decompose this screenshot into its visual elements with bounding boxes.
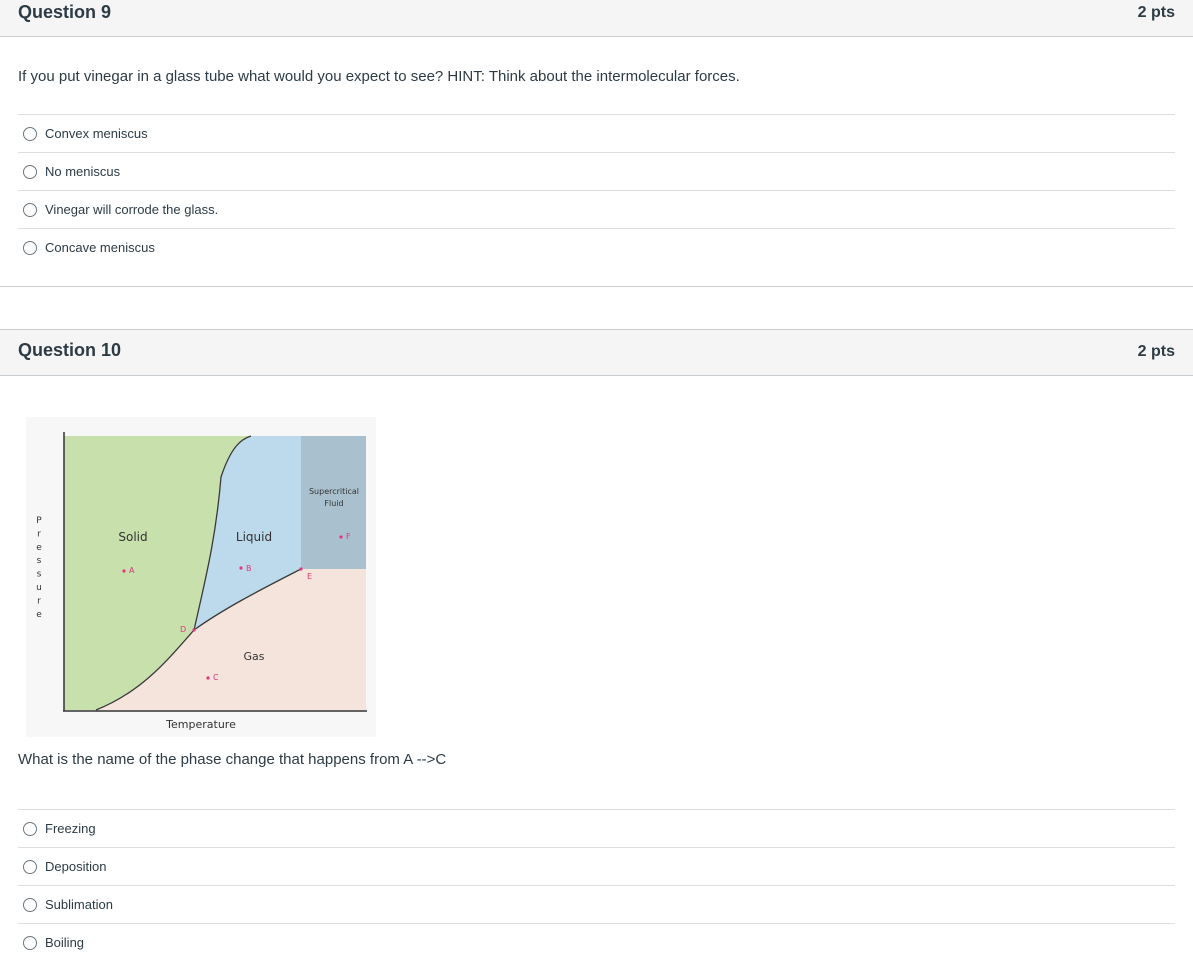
point-e-marker (299, 567, 303, 571)
gas-label: Gas (244, 650, 265, 663)
answer-option[interactable]: No meniscus (18, 152, 1175, 190)
answer-label: Concave meniscus (45, 240, 155, 255)
question-10-points: 2 pts (1137, 343, 1175, 360)
question-9-header: Question 9 2 pts (0, 0, 1193, 37)
radio-button[interactable] (23, 821, 37, 836)
answer-option[interactable]: Deposition (18, 847, 1175, 885)
question-9-answers: Convex meniscus No meniscus Vinegar will… (18, 114, 1175, 266)
point-c-marker (206, 676, 210, 680)
question-10-header: Question 10 2 pts (0, 329, 1193, 376)
solid-label: Solid (118, 530, 147, 544)
point-e-label: E (307, 572, 312, 581)
supercritical-label: Supercritical (309, 487, 359, 496)
y-axis-letter: u (36, 583, 42, 593)
y-axis-letter: e (36, 543, 42, 553)
answer-label: Boiling (45, 935, 85, 950)
phase-diagram: Solid Liquid Gas Supercritical Fluid A B… (26, 417, 376, 737)
radio-button[interactable] (23, 202, 37, 217)
answer-label: Deposition (45, 859, 107, 874)
radio-button[interactable] (23, 126, 37, 141)
radio-button[interactable] (23, 897, 37, 912)
question-10-prompt: What is the name of the phase change tha… (18, 751, 447, 768)
liquid-label: Liquid (236, 530, 272, 544)
question-10-title: Question 10 (18, 340, 122, 360)
radio-button[interactable] (23, 164, 37, 179)
answer-label: Freezing (45, 821, 96, 836)
answer-option[interactable]: Concave meniscus (18, 228, 1175, 266)
radio-button[interactable] (23, 240, 37, 255)
question-9-divider (0, 286, 1193, 287)
point-a-marker (122, 569, 126, 573)
point-a-label: A (129, 566, 135, 575)
point-f-marker (339, 535, 343, 539)
radio-button[interactable] (23, 859, 37, 874)
y-axis-letter: r (37, 596, 41, 606)
point-f-label: F (346, 532, 351, 541)
point-d-label: D (180, 625, 186, 634)
question-9-title: Question 9 (18, 2, 112, 22)
answer-label: Sublimation (45, 897, 113, 912)
question-10-answers: Freezing Deposition Sublimation Boiling (18, 809, 1175, 961)
y-axis-letter: P (36, 516, 42, 526)
x-axis-label: Temperature (165, 718, 236, 731)
y-axis-letter: s (37, 570, 42, 580)
answer-option[interactable]: Vinegar will corrode the glass. (18, 190, 1175, 228)
answer-label: No meniscus (45, 164, 121, 179)
y-axis-letter: r (37, 529, 41, 539)
answer-option[interactable]: Convex meniscus (18, 114, 1175, 152)
question-9-prompt: If you put vinegar in a glass tube what … (18, 68, 740, 85)
phase-diagram-figure: Solid Liquid Gas Supercritical Fluid A B… (26, 417, 376, 737)
y-axis-letter: e (36, 610, 42, 620)
answer-option[interactable]: Boiling (18, 923, 1175, 961)
point-b-label: B (246, 564, 252, 573)
radio-button[interactable] (23, 935, 37, 950)
answer-label: Convex meniscus (45, 126, 148, 141)
point-b-marker (239, 566, 243, 570)
answer-label: Vinegar will corrode the glass. (45, 202, 219, 217)
point-c-label: C (213, 673, 219, 682)
y-axis-letter: s (37, 556, 42, 566)
question-9-points: 2 pts (1137, 4, 1175, 21)
fluid-label: Fluid (324, 499, 343, 508)
answer-option[interactable]: Freezing (18, 809, 1175, 847)
point-d-marker (192, 628, 196, 632)
answer-option[interactable]: Sublimation (18, 885, 1175, 923)
